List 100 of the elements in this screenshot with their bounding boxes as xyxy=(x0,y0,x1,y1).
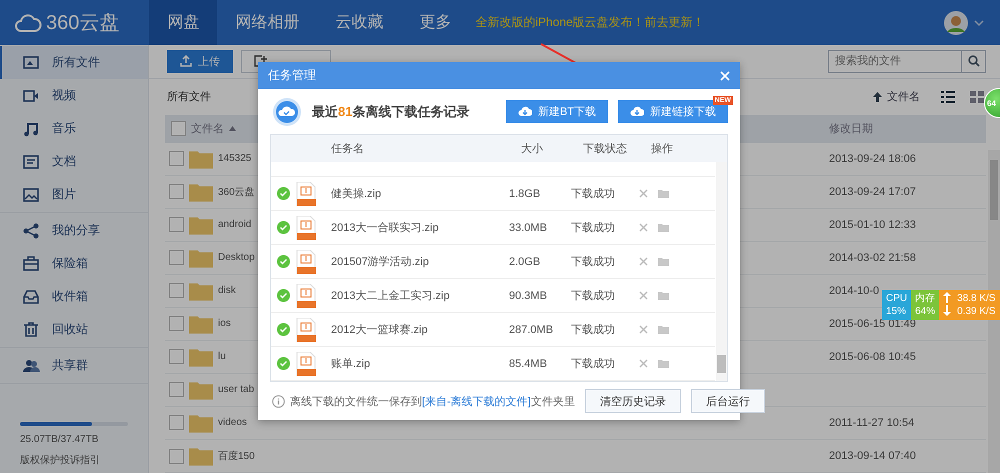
size-cell-text: 90.3MB xyxy=(509,290,548,302)
sort-button[interactable]: 文件名 xyxy=(887,89,920,104)
cpu-value: 15% xyxy=(886,305,908,318)
download-speed: 0.39 K/S xyxy=(957,305,996,318)
search-button[interactable] xyxy=(962,50,986,73)
delete-icon[interactable] xyxy=(639,359,648,368)
column-header: 操作 xyxy=(651,142,674,156)
sidebar-item[interactable]: 音乐 xyxy=(0,112,148,145)
date-cell-text: 2014-03-02 21:58 xyxy=(829,252,917,264)
zip-file-icon xyxy=(296,250,316,274)
checkbox[interactable] xyxy=(169,283,184,298)
zip-file-icon xyxy=(296,352,316,376)
check-circle-icon xyxy=(277,289,290,302)
delete-icon[interactable] xyxy=(639,325,648,334)
nav-tab[interactable]: 更多 xyxy=(401,0,470,45)
checkbox[interactable] xyxy=(169,448,184,464)
cpu-label: CPU xyxy=(886,292,908,305)
file-name[interactable]: videos xyxy=(218,417,247,428)
column-header: 任务名 xyxy=(331,142,365,156)
sidebar-item[interactable]: 所有文件 xyxy=(0,46,148,79)
checkbox[interactable] xyxy=(169,415,184,430)
size-cell-text: 1.8GB xyxy=(509,188,542,200)
delete-icon[interactable] xyxy=(639,223,648,232)
run-in-background-button[interactable]: 后台运行 xyxy=(690,389,765,413)
search-field[interactable]: 搜索我的文件 xyxy=(828,50,962,73)
file-name[interactable]: user tab xyxy=(218,384,254,396)
file-name[interactable]: ios xyxy=(218,318,231,330)
clear-history-button[interactable]: 清空历史记录 xyxy=(584,389,681,413)
cloud-download-icon xyxy=(518,104,532,118)
briefcase-icon xyxy=(22,254,40,272)
sidebar-item[interactable]: 收件箱 xyxy=(0,280,148,313)
date-cell-text: 2013-09-14 07:40 xyxy=(829,450,917,462)
file-name[interactable]: 百度150 xyxy=(218,449,255,464)
file-name[interactable]: Desktop xyxy=(218,252,255,264)
dialog-title: 任务管理 xyxy=(268,67,316,84)
folder-link[interactable]: [来自-离线下载的文件] xyxy=(422,396,531,408)
grid-view-icon[interactable] xyxy=(970,90,984,103)
check-circle-icon xyxy=(277,357,290,370)
checkbox[interactable] xyxy=(169,316,184,332)
file-name[interactable]: lu xyxy=(218,351,226,362)
sidebar-item[interactable]: 文档 xyxy=(0,145,148,178)
list-view-icon[interactable] xyxy=(941,90,955,103)
sort-arrow-icon xyxy=(873,92,882,102)
size-cell-text: 33.0MB xyxy=(509,222,548,234)
sidebar-item[interactable]: 保险箱 xyxy=(0,247,148,280)
date-cell-text: 2015-01-10 12:33 xyxy=(829,218,917,231)
nav-tab[interactable]: 网络相册 xyxy=(217,0,318,45)
delete-icon[interactable] xyxy=(639,189,648,198)
trash-icon xyxy=(22,320,40,338)
zip-file-icon xyxy=(296,182,316,206)
sidebar-item[interactable]: 图片 xyxy=(0,178,148,211)
file-name[interactable]: 145325 xyxy=(218,153,252,164)
avatar-icon[interactable] xyxy=(944,10,968,34)
check-circle-icon xyxy=(277,323,290,336)
close-icon[interactable] xyxy=(720,70,730,80)
storage-reading: 25.07TB/37.47TB xyxy=(20,434,100,445)
date-cell-text: 2011-11-27 10:54 xyxy=(829,416,916,429)
checkbox[interactable] xyxy=(169,382,184,398)
upload-icon xyxy=(180,55,192,68)
nav-tab[interactable]: 网盘 xyxy=(149,0,218,45)
size-cell-text: 287.0MB xyxy=(509,324,554,336)
sidebar-item[interactable]: 视频 xyxy=(0,79,148,112)
save-location-note: 离线下载的文件统一保存到[来自-离线下载的文件]文件夹里 xyxy=(290,394,575,408)
checkbox[interactable] xyxy=(169,250,184,266)
caret-icon[interactable] xyxy=(974,18,984,28)
document-icon xyxy=(22,152,40,170)
nav-tab[interactable]: 云收藏 xyxy=(317,0,402,45)
scrollbar[interactable] xyxy=(716,162,727,381)
column-header[interactable]: 修改日期 xyxy=(829,121,986,136)
checkbox[interactable] xyxy=(169,151,184,166)
info-icon xyxy=(272,394,285,408)
memory-value: 64% xyxy=(915,305,936,318)
status-cell-text: 下载成功 xyxy=(571,255,616,269)
new-bt-download-button[interactable]: 新建BT下载 xyxy=(506,100,608,123)
checkbox[interactable] xyxy=(171,121,186,136)
notice-link[interactable]: 全新改版的iPhone版云盘发布！前去更新！ xyxy=(475,14,705,31)
task-name: 2013大二上金工实习.zip xyxy=(331,288,451,303)
checkbox[interactable] xyxy=(169,184,184,200)
sidebar-item[interactable]: 共享群 xyxy=(0,349,148,382)
status-cell-text: 下载成功 xyxy=(571,289,616,303)
search-icon xyxy=(968,55,980,68)
sidebar-item[interactable]: 回收站 xyxy=(0,313,148,346)
file-name[interactable]: android xyxy=(218,219,252,230)
checkbox[interactable] xyxy=(169,217,184,232)
delete-icon[interactable] xyxy=(639,257,648,266)
checkbox[interactable] xyxy=(169,349,184,364)
status-cell-text: 下载成功 xyxy=(571,187,616,201)
column-header[interactable]: 文件名 xyxy=(191,121,224,136)
file-name[interactable]: disk xyxy=(218,285,236,296)
upload-button[interactable]: 上传 xyxy=(167,50,233,73)
record-count-text: 最近81条离线下载任务记录 xyxy=(312,102,470,120)
delete-icon[interactable] xyxy=(639,291,648,300)
download-arrow-icon xyxy=(943,305,952,316)
sort-caret-icon xyxy=(229,126,236,132)
upload-arrow-icon xyxy=(943,292,952,303)
task-name: 健美操.zip xyxy=(331,186,382,201)
copyright-link[interactable]: 版权保护投诉指引 xyxy=(20,453,128,467)
file-name[interactable]: 360云盘 xyxy=(218,184,255,199)
task-name: 2013大一合联实习.zip xyxy=(331,220,440,235)
sidebar-item[interactable]: 我的分享 xyxy=(0,214,148,247)
